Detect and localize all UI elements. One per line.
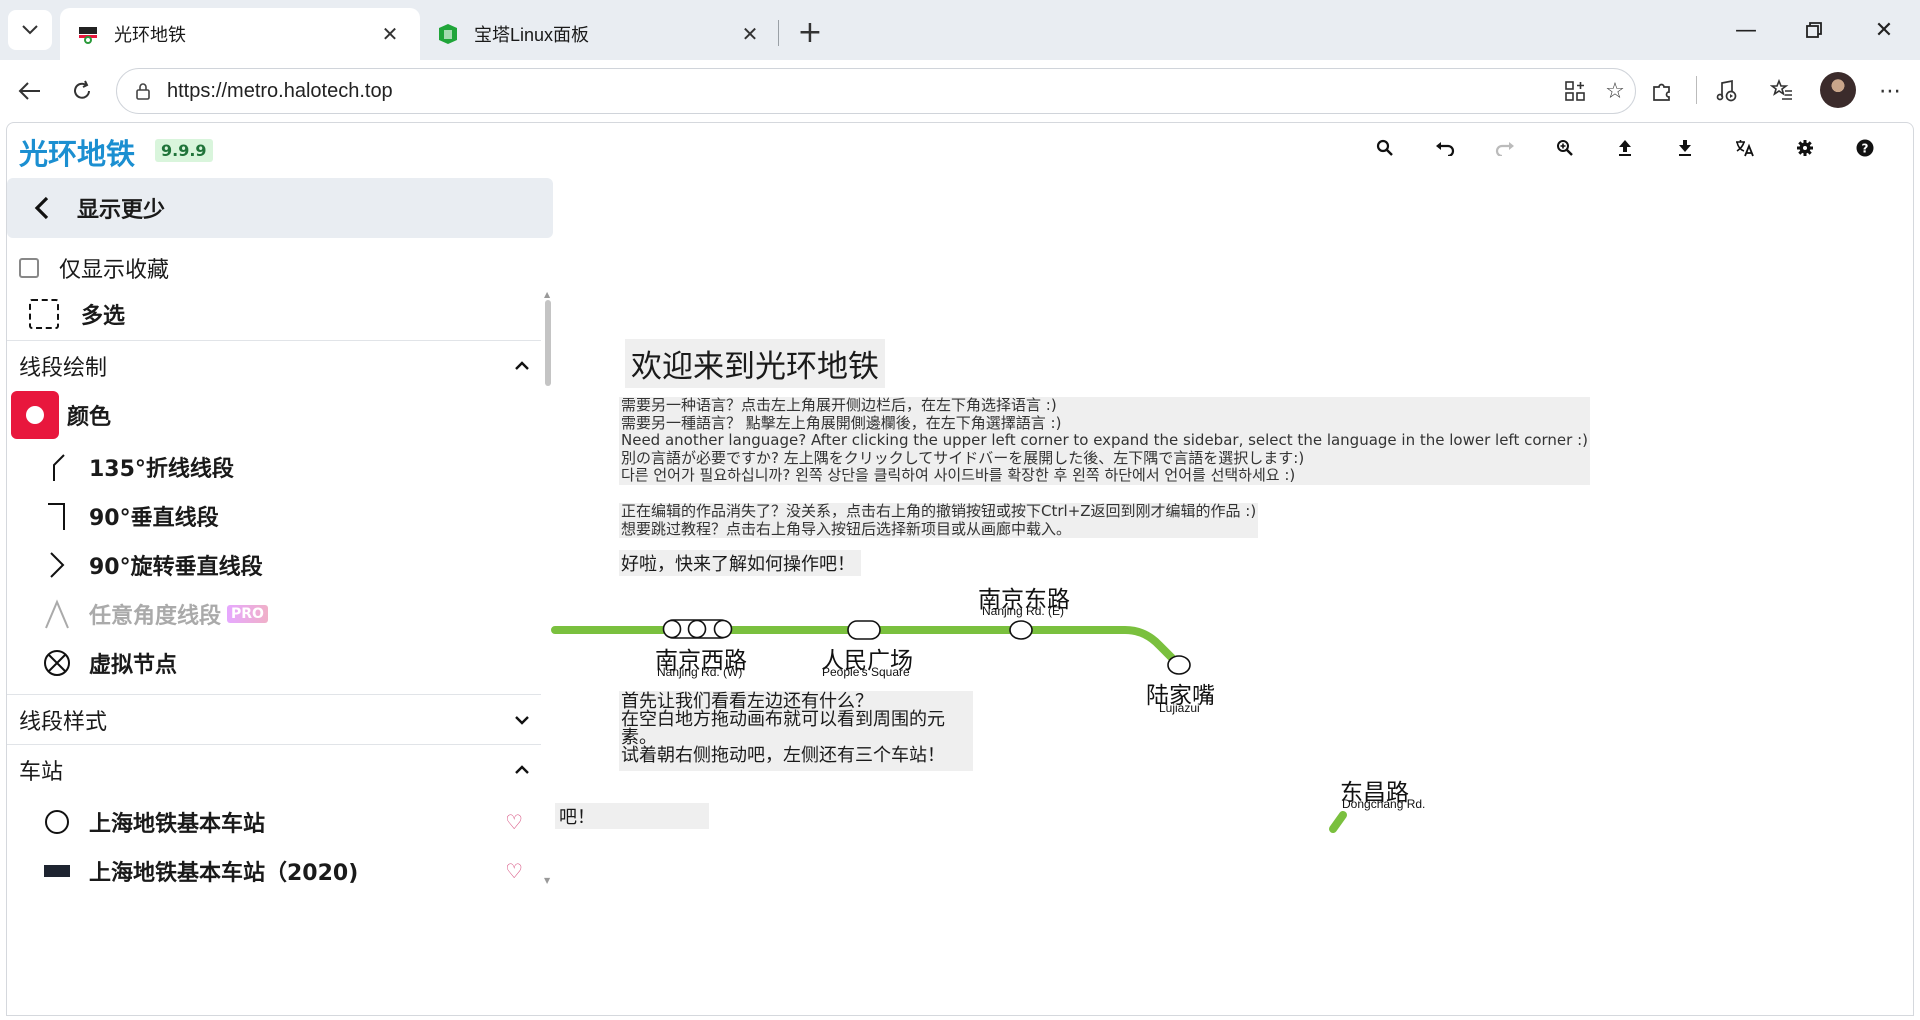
tab-separator: [778, 20, 779, 46]
station-marker-nanjing-w[interactable]: [662, 619, 733, 639]
refresh-button[interactable]: [62, 71, 102, 111]
tab-actions-menu-button[interactable]: [8, 10, 52, 50]
tip-line: 在空白地方拖动画布就可以看到周围的元素。: [621, 709, 945, 748]
web-page: 光环地铁 9.9.9 ? 显示更少 仅显示收藏 多选 线段绘制 颜色 135°折…: [6, 122, 1914, 1016]
station-name-en: Dongchang Rd.: [1342, 797, 1426, 811]
station-marker-lujiazui[interactable]: [1167, 655, 1191, 675]
favorites-icon[interactable]: [1762, 71, 1802, 111]
tab-metro[interactable]: 光环地铁 ✕: [60, 8, 420, 60]
more-menu-icon[interactable]: ⋯: [1870, 71, 1910, 111]
media-control-icon[interactable]: [1706, 71, 1746, 111]
tutorial-fragment: 吧！: [555, 803, 709, 829]
back-button[interactable]: [10, 71, 50, 111]
close-tab-icon[interactable]: ✕: [376, 20, 404, 48]
lock-icon: [131, 79, 155, 103]
tab-strip: 光环地铁 ✕ 宝塔Linux面板 ✕ + — ✕: [0, 0, 1920, 60]
station-name-en: Lujiazui: [1159, 701, 1200, 715]
tab-title: 宝塔Linux面板: [474, 25, 590, 45]
metro-line-canvas[interactable]: [7, 123, 1914, 1016]
station-name-en: Nanjing Rd. (E): [982, 604, 1065, 618]
tab-title: 光环地铁: [114, 25, 186, 45]
restore-icon: [1806, 22, 1822, 38]
chevron-down-icon: [22, 25, 38, 35]
close-window-button[interactable]: ✕: [1854, 10, 1914, 50]
url-text: https://metro.halotech.top: [167, 79, 393, 102]
arrow-left-icon: [18, 82, 40, 100]
baota-favicon-icon: [436, 22, 460, 46]
app-available-icon[interactable]: [1555, 71, 1595, 111]
station-marker-nanjing-e[interactable]: [1009, 620, 1033, 640]
address-bar[interactable]: https://metro.halotech.top ☆: [116, 68, 1636, 114]
minimize-button[interactable]: —: [1716, 10, 1776, 50]
toolbar-separator: [1696, 76, 1697, 104]
metro-favicon-icon: [76, 22, 100, 46]
station-name-en: People's Square: [822, 665, 910, 679]
extensions-icon[interactable]: [1642, 71, 1682, 111]
metro-line-segment[interactable]: [1329, 811, 1347, 833]
favorite-star-icon[interactable]: ☆: [1595, 71, 1635, 111]
station-marker-peoples-square[interactable]: [847, 620, 881, 640]
restore-button[interactable]: [1784, 10, 1844, 50]
new-tab-button[interactable]: +: [790, 12, 830, 52]
close-tab-icon[interactable]: ✕: [736, 20, 764, 48]
refresh-icon: [74, 80, 90, 99]
profile-avatar[interactable]: [1820, 72, 1856, 108]
browser-toolbar: https://metro.halotech.top ☆ ⋯: [0, 60, 1920, 122]
tip-line: 试着朝右侧拖动吧，左侧还有三个车站！: [621, 745, 945, 766]
tutorial-tip: 首先让我们看看左边还有什么？ 在空白地方拖动画布就可以看到周围的元素。 试着朝右…: [619, 691, 973, 771]
tab-baota[interactable]: 宝塔Linux面板 ✕: [420, 8, 780, 60]
station-name-en: Nanjing Rd. (W): [657, 665, 743, 679]
